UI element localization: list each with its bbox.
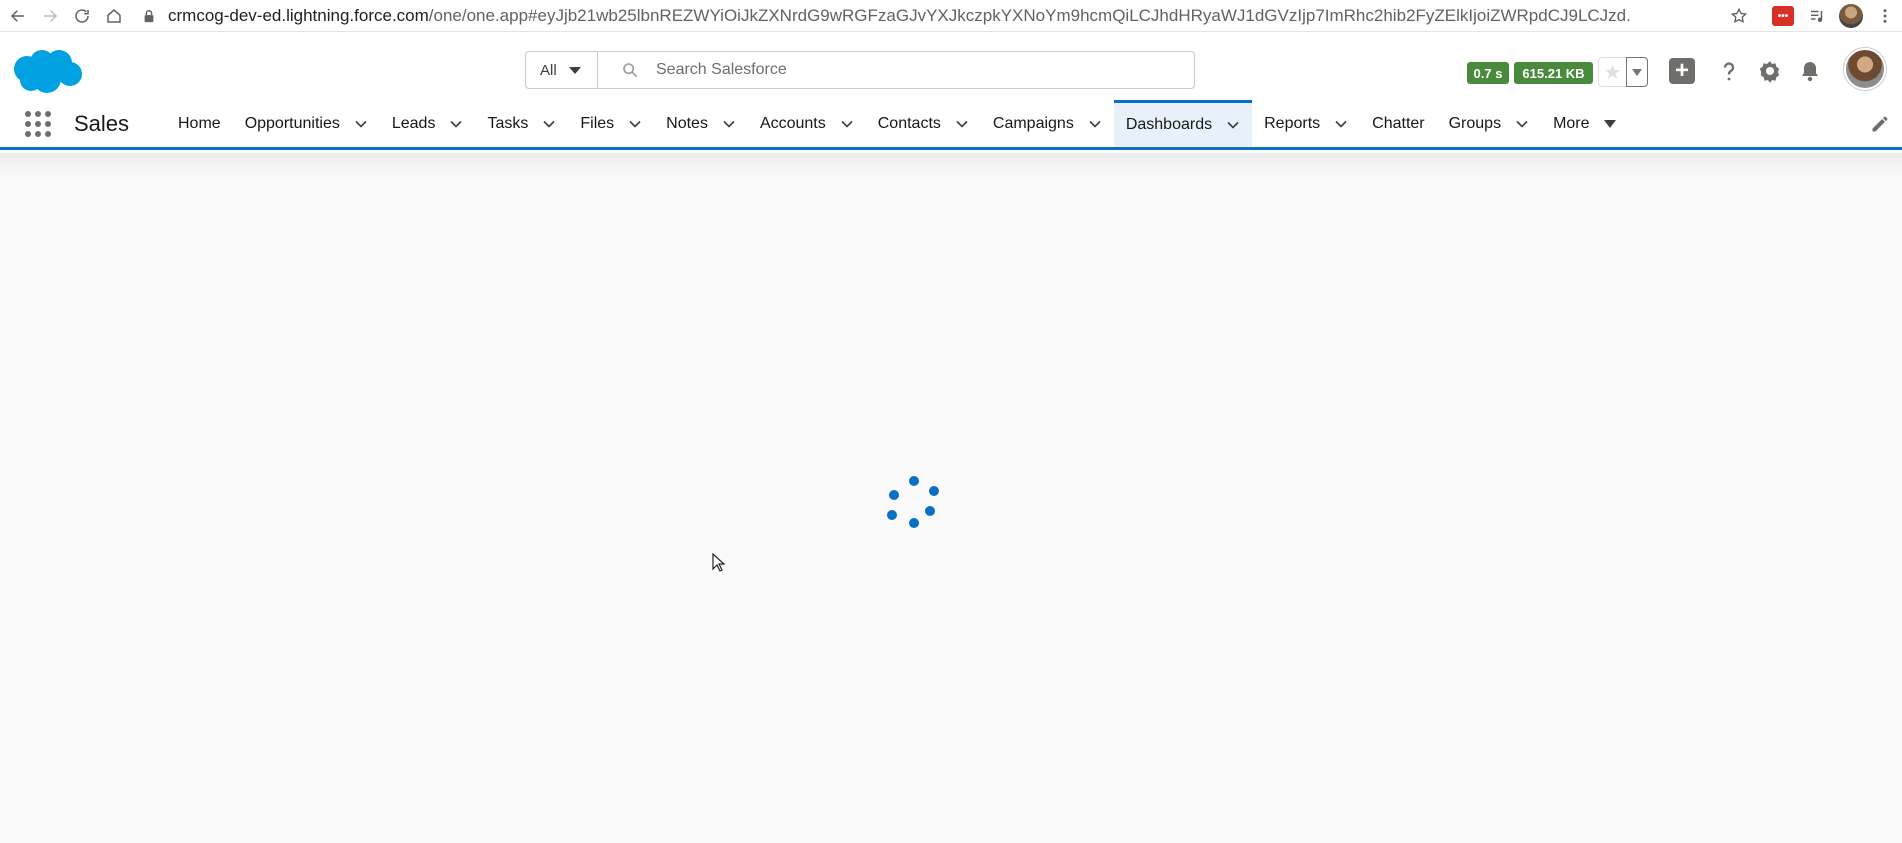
spinner-dot: [909, 518, 919, 528]
spinner-dot: [929, 486, 939, 496]
spinner-dot: [925, 506, 935, 516]
chevron-down-icon[interactable]: [1088, 117, 1102, 131]
back-icon[interactable]: [4, 2, 32, 30]
nav-item-leads[interactable]: Leads: [380, 100, 476, 147]
nav-item-label: Tasks: [487, 114, 529, 132]
edit-nav-pencil-icon[interactable]: [1870, 114, 1890, 134]
global-actions-button[interactable]: +: [1665, 54, 1699, 88]
chevron-down-icon[interactable]: [1515, 117, 1529, 131]
media-control-icon[interactable]: [1800, 0, 1834, 32]
nav-more-button[interactable]: More: [1541, 100, 1627, 147]
main-content: [0, 153, 1902, 843]
chevron-down-icon[interactable]: [628, 117, 642, 131]
favorite-star-icon[interactable]: ★: [1598, 57, 1626, 87]
url-path: /one/one.app#eyJjb21wb25lbnREZWYiOiJkZXN…: [428, 5, 1632, 25]
nav-item-label: Reports: [1264, 114, 1321, 132]
lock-icon: [144, 9, 154, 22]
nav-item-campaigns[interactable]: Campaigns: [981, 100, 1114, 147]
plus-icon: +: [1669, 58, 1695, 84]
app-launcher-icon: [25, 110, 51, 137]
nav-item-label: Contacts: [877, 114, 941, 132]
setup-button[interactable]: [1753, 54, 1787, 88]
nav-item-label: Notes: [666, 114, 708, 132]
perf-size-badge: 615.21 KB: [1514, 62, 1593, 84]
user-avatar[interactable]: [1844, 48, 1886, 90]
nav-item-chatter[interactable]: Chatter: [1360, 100, 1436, 147]
search-box: [598, 52, 1194, 88]
chevron-down-icon[interactable]: [542, 117, 556, 131]
salesforce-logo[interactable]: [9, 49, 83, 95]
spinner-dot: [887, 510, 897, 520]
favorites-group: ★: [1598, 57, 1648, 87]
nav-item-label: Campaigns: [992, 114, 1074, 132]
nav-item-tasks[interactable]: Tasks: [475, 100, 568, 147]
extension-button[interactable]: •••: [1766, 0, 1800, 32]
reload-icon[interactable]: [68, 2, 96, 30]
nav-item-contacts[interactable]: Contacts: [866, 100, 981, 147]
global-search: All: [525, 51, 1195, 89]
nav-item-reports[interactable]: Reports: [1252, 100, 1360, 147]
app-launcher-button[interactable]: [10, 100, 66, 147]
nav-item-label: Home: [178, 114, 221, 132]
chevron-down-icon[interactable]: [955, 117, 969, 131]
nav-item-label: Opportunities: [244, 114, 340, 132]
nav-item-groups[interactable]: Groups: [1437, 100, 1541, 147]
help-button[interactable]: [1712, 54, 1746, 88]
help-icon: [1723, 62, 1735, 81]
browser-toolbar: crmcog-dev-ed.lightning.force.com/one/on…: [0, 0, 1902, 32]
app-navigation: Sales Home Opportunities Leads Tasks Files No…: [0, 100, 1902, 150]
nav-items: Home Opportunities Leads Tasks Files Notes Acc…: [166, 100, 1541, 147]
caret-down-icon: [1632, 68, 1642, 76]
nav-item-label: Accounts: [759, 114, 826, 132]
browser-menu-icon[interactable]: [1868, 0, 1902, 32]
nav-more-label: More: [1553, 114, 1590, 132]
nav-item-home[interactable]: Home: [166, 100, 233, 147]
chevron-down-icon[interactable]: [449, 117, 463, 131]
loading-spinner-icon: [884, 476, 944, 537]
browser-avatar: [1839, 4, 1863, 28]
search-scope-select[interactable]: All: [526, 52, 598, 88]
nav-item-opportunities[interactable]: Opportunities: [233, 100, 380, 147]
forward-icon[interactable]: [36, 2, 64, 30]
home-icon[interactable]: [100, 2, 128, 30]
search-icon: [623, 63, 638, 78]
spinner-dot: [909, 476, 919, 486]
nav-item-label: Files: [580, 114, 615, 132]
address-bar[interactable]: crmcog-dev-ed.lightning.force.com/one/on…: [142, 6, 1632, 26]
notifications-button[interactable]: [1793, 54, 1827, 88]
nav-item-notes[interactable]: Notes: [654, 100, 748, 147]
nav-item-label: Groups: [1448, 114, 1502, 132]
perf-time-badge: 0.7 s: [1467, 62, 1509, 84]
global-header: All 0.7 s 615.21 KB ★ +: [0, 32, 1902, 100]
nav-item-accounts[interactable]: Accounts: [748, 100, 866, 147]
chevron-down-icon[interactable]: [722, 117, 736, 131]
caret-down-icon: [1603, 119, 1616, 128]
nav-item-dashboards[interactable]: Dashboards: [1113, 100, 1253, 147]
profile-button[interactable]: [1834, 0, 1868, 32]
search-input[interactable]: [656, 61, 1156, 79]
chevron-down-icon[interactable]: [1334, 117, 1348, 131]
extension-icon: •••: [1772, 6, 1794, 26]
chevron-down-icon[interactable]: [354, 117, 368, 131]
chevron-down-icon[interactable]: [840, 117, 854, 131]
search-scope-label: All: [540, 61, 557, 79]
mouse-cursor-icon: [712, 553, 726, 572]
chevron-down-icon[interactable]: [1226, 118, 1240, 132]
gear-icon: [1759, 61, 1780, 83]
nav-item-label: Chatter: [1372, 114, 1425, 132]
bell-icon: [1802, 62, 1818, 82]
caret-down-icon: [568, 66, 581, 74]
nav-item-files[interactable]: Files: [568, 100, 654, 147]
nav-item-label: Leads: [391, 114, 436, 132]
spinner-dot: [889, 490, 899, 500]
nav-item-label: Dashboards: [1125, 116, 1213, 133]
app-name: Sales: [74, 110, 130, 136]
favorites-menu-button[interactable]: [1626, 57, 1648, 87]
bookmark-star-icon[interactable]: [1722, 0, 1756, 32]
url-host: crmcog-dev-ed.lightning.force.com: [168, 5, 429, 25]
